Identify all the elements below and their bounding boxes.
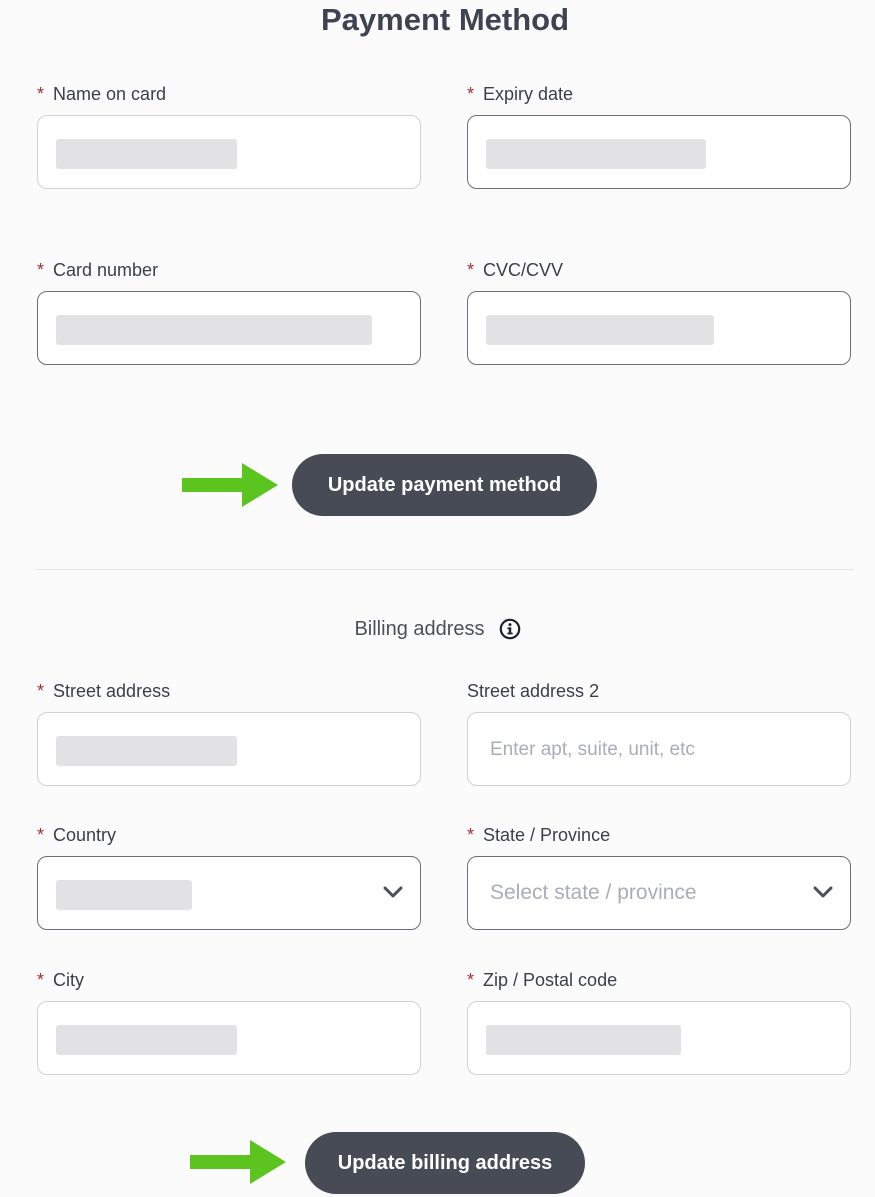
required-marker: * (467, 825, 475, 845)
page-title: Payment Method (320, 2, 570, 37)
card-number-label: * Card number (37, 260, 159, 280)
cvc-input[interactable] (467, 291, 851, 365)
required-marker: * (467, 260, 475, 280)
street-address-2-placeholder: Enter apt, suite, unit, etc (490, 739, 695, 760)
city-label: * City (37, 970, 85, 990)
redacted-value (486, 139, 706, 169)
country-label: * Country (37, 825, 117, 845)
state-province-select[interactable]: Select state / province (467, 856, 851, 930)
city-input[interactable] (37, 1001, 421, 1075)
required-marker: * (37, 260, 45, 280)
redacted-value (56, 1025, 237, 1055)
required-marker: * (467, 84, 475, 104)
zip-postal-code-input[interactable] (467, 1001, 851, 1075)
redacted-value (56, 880, 192, 910)
update-payment-method-button[interactable]: Update payment method (292, 454, 597, 516)
billing-address-heading: Billing address (0, 617, 875, 641)
arrow-right-icon (190, 1140, 286, 1184)
name-on-card-label: * Name on card (37, 84, 167, 104)
required-marker: * (37, 681, 45, 701)
redacted-value (56, 736, 237, 766)
expiry-date-label: * Expiry date (467, 84, 574, 104)
name-on-card-input[interactable] (37, 115, 421, 189)
expiry-date-input[interactable] (467, 115, 851, 189)
redacted-value (56, 139, 237, 169)
redacted-value (56, 315, 372, 345)
card-number-input[interactable] (37, 291, 421, 365)
chevron-down-icon (383, 886, 403, 898)
country-select[interactable] (37, 856, 421, 930)
update-billing-address-button[interactable]: Update billing address (305, 1132, 585, 1194)
state-province-label: * State / Province (467, 825, 611, 845)
required-marker: * (37, 825, 45, 845)
redacted-value (486, 1025, 681, 1055)
redacted-value (486, 315, 714, 345)
zip-postal-code-label: * Zip / Postal code (467, 970, 618, 990)
required-marker: * (467, 970, 475, 990)
state-province-placeholder: Select state / province (490, 881, 697, 904)
required-marker: * (37, 84, 45, 104)
required-marker: * (37, 970, 45, 990)
arrow-right-icon (182, 463, 278, 507)
street-address-2-input[interactable]: Enter apt, suite, unit, etc (467, 712, 851, 786)
street-address-input[interactable] (37, 712, 421, 786)
street-address-2-label: Street address 2 (467, 681, 600, 701)
info-icon[interactable] (499, 618, 521, 640)
cvc-label: * CVC/CVV (467, 260, 564, 280)
street-address-label: * Street address (37, 681, 171, 701)
chevron-down-icon (813, 886, 833, 898)
section-divider (36, 569, 854, 570)
